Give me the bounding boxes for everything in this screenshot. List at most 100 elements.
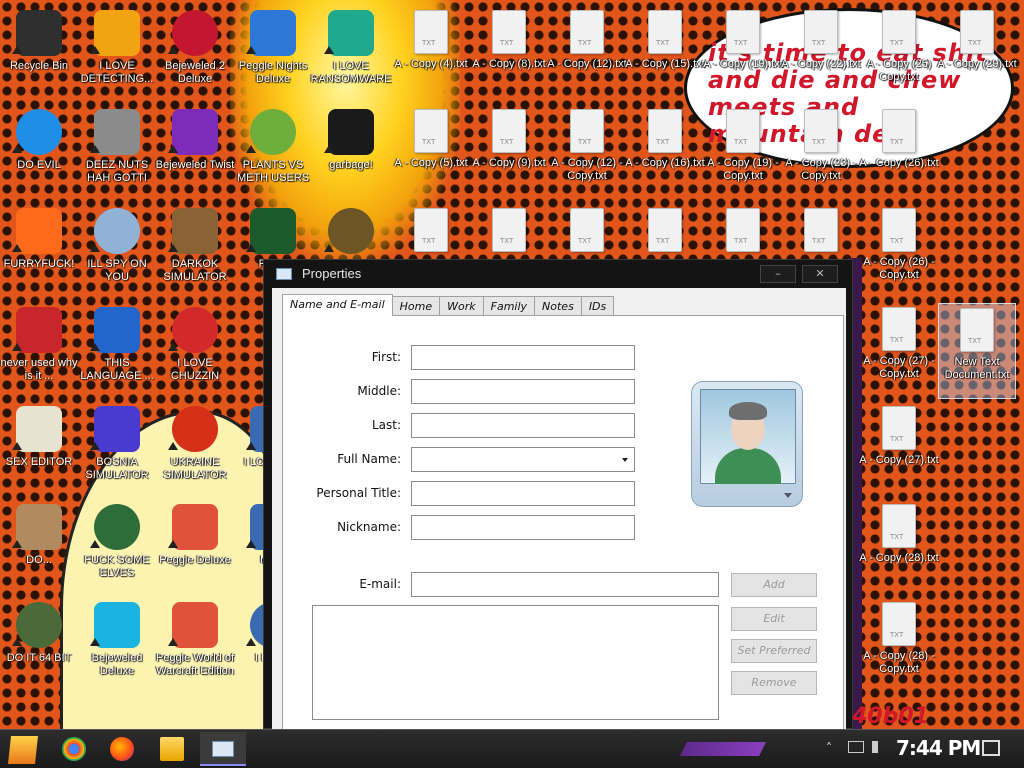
text-file-icon[interactable]: A - Copy (4).txt (392, 6, 470, 102)
desktop-icon[interactable]: DEEZ NUTS HAH GOTTI (78, 105, 156, 201)
desktop-icon[interactable]: FURRYFUCK! (0, 204, 78, 300)
last-name-field[interactable] (411, 413, 635, 438)
start-button[interactable] (8, 736, 38, 764)
text-file-icon[interactable]: A - Copy (27).txt (859, 402, 939, 498)
file-explorer-taskbar-icon[interactable] (160, 737, 184, 761)
desktop-icon[interactable]: UKRAINE SIMULATOR (156, 402, 234, 498)
full-name-combo[interactable] (411, 447, 635, 472)
desktop-icon[interactable]: PLANTS VS METH USERS (234, 105, 312, 201)
desktop-icon-label: Peggle World of Warcraft Edition (155, 652, 235, 677)
desktop-icon[interactable]: THIS LANGUAGE ... (78, 303, 156, 399)
txt-document-icon (414, 109, 448, 153)
desktop-icon[interactable]: DARKOK SIMULATOR (156, 204, 234, 300)
show-hidden-icons-button[interactable]: ˄ (826, 741, 832, 755)
text-file-icon[interactable]: A - Copy (27) - Copy.txt (860, 303, 938, 399)
desktop-icon[interactable]: Bejeweled 2 Deluxe (156, 6, 234, 102)
desktop-icon[interactable]: I LOVE RANSOMWARE (310, 6, 392, 102)
text-file-icon[interactable]: A - Copy (12) - Copy.txt (548, 105, 626, 201)
text-file-icon[interactable]: A - Copy (8).txt (470, 6, 548, 102)
desktop-icon[interactable]: Peggle Nights Deluxe (234, 6, 312, 102)
text-file-icon[interactable]: A - Copy (19).txt (703, 6, 783, 102)
text-file-icon[interactable]: A - Copy (16).txt (625, 105, 705, 201)
desktop-icon-label: never used why is it ... (0, 357, 78, 382)
text-file-icon[interactable]: A - Copy (5).txt (392, 105, 470, 201)
text-file-icon[interactable]: A - Copy (28) - Copy.txt (860, 598, 938, 694)
txt-document-icon (492, 10, 526, 54)
txt-document-icon (570, 208, 604, 252)
add-email-button[interactable]: Add (731, 573, 817, 597)
text-file-icon[interactable]: A - Copy (29).txt (937, 6, 1017, 102)
text-file-icon[interactable]: A - Copy (12).txt (547, 6, 627, 102)
text-file-icon[interactable]: A - Copy (28).txt (859, 500, 939, 596)
email-field[interactable] (411, 572, 719, 597)
personal-title-field[interactable] (411, 481, 635, 506)
desktop-icon[interactable]: Bejeweled Twist (156, 105, 234, 201)
edit-email-button[interactable]: Edit (731, 607, 817, 631)
first-name-field[interactable] (411, 345, 635, 370)
properties-taskbar-button[interactable] (200, 732, 246, 766)
chevron-down-icon[interactable] (622, 458, 628, 462)
nickname-field[interactable] (411, 515, 635, 540)
network-icon[interactable] (848, 741, 864, 753)
text-file-icon[interactable]: A - Copy (22).txt (781, 6, 861, 102)
minimize-button[interactable]: – (760, 265, 796, 283)
close-button[interactable]: ✕ (802, 265, 838, 283)
shortcut-arrow-icon (246, 638, 256, 646)
tab-strip: Name and E-mail Home Work Family Notes I… (282, 294, 615, 316)
chrome-taskbar-icon[interactable] (62, 737, 86, 761)
text-file-icon[interactable]: New Text Document.txt (938, 303, 1016, 399)
desktop-icon[interactable]: Recycle Bin (0, 6, 78, 102)
text-file-icon[interactable]: A - Copy (19) - Copy.txt (704, 105, 782, 201)
picture-dropdown-icon[interactable] (784, 493, 792, 498)
text-file-icon[interactable]: A - Copy (23) - Copy.txt (782, 105, 860, 201)
desktop-icon[interactable]: DO... (0, 500, 78, 596)
app-icon (94, 504, 140, 550)
desktop-icon[interactable]: SEX EDITOR (0, 402, 78, 498)
desktop-icon[interactable]: Bejeweled Deluxe (78, 598, 156, 694)
app-icon (16, 504, 62, 550)
desktop-icon[interactable]: never used why is it ... (0, 303, 78, 399)
desktop-icon[interactable]: I LOVE DETECTING... (78, 6, 156, 102)
desktop-icon[interactable]: garbage! (312, 105, 390, 201)
desktop-icon[interactable]: DO EVIL (0, 105, 78, 201)
app-icon (16, 10, 62, 56)
text-file-icon[interactable]: A - Copy (9).txt (470, 105, 548, 201)
text-file-icon[interactable]: A - Copy (15).txt (625, 6, 705, 102)
desktop-icon[interactable]: DO IT 64 BIT (0, 598, 78, 694)
tab-home[interactable]: Home (391, 296, 441, 316)
tab-ids[interactable]: IDs (580, 296, 615, 316)
notification-center-icon[interactable] (982, 740, 1000, 756)
desktop-icon[interactable]: ILL SPY ON YOU (78, 204, 156, 300)
desktop-icon[interactable]: Peggle Deluxe (156, 500, 234, 596)
desktop-icon-label: Bejeweled Deluxe (91, 652, 143, 677)
tab-family[interactable]: Family (482, 296, 536, 316)
txt-document-icon (414, 208, 448, 252)
desktop-icon[interactable]: BOSNIA SIMULATOR (78, 402, 156, 498)
text-file-label: A - Copy (28).txt (859, 552, 939, 564)
remove-email-button[interactable]: Remove (731, 671, 817, 695)
taskbar-clock[interactable]: 7:44 PM (896, 736, 981, 760)
tab-name-and-email[interactable]: Name and E-mail (282, 294, 393, 316)
email-list[interactable] (312, 605, 719, 720)
desktop-icon[interactable]: FUCK SOME ELVES (78, 500, 156, 596)
tab-work[interactable]: Work (439, 296, 484, 316)
firefox-taskbar-icon[interactable] (110, 737, 134, 761)
desktop-icon[interactable]: Peggle World of Warcraft Edition (156, 598, 234, 694)
desktop-icon[interactable]: I LOVE CHUZZIN (156, 303, 234, 399)
shortcut-arrow-icon (246, 442, 256, 450)
set-preferred-button[interactable]: Set Preferred (731, 639, 817, 663)
desktop-icon-label: I LOVE RANSOMWARE (310, 60, 392, 85)
taskbar: ˄ 7:44 PM (0, 729, 1024, 768)
middle-name-field[interactable] (411, 379, 635, 404)
shortcut-arrow-icon (324, 244, 334, 252)
volume-icon[interactable] (872, 741, 886, 753)
text-file-icon[interactable]: A - Copy (25) Copy.txt (860, 6, 938, 102)
text-file-icon[interactable]: A - Copy (26).txt (859, 105, 939, 201)
shortcut-arrow-icon (246, 540, 256, 548)
tab-notes[interactable]: Notes (534, 296, 582, 316)
app-icon (16, 109, 62, 155)
dialog-titlebar[interactable]: Properties – ✕ (264, 260, 852, 288)
text-file-icon[interactable]: A - Copy (26) - Copy.txt (860, 204, 938, 300)
contact-picture-button[interactable] (691, 381, 803, 507)
text-file-label: A - Copy (23) - Copy.txt (785, 157, 857, 182)
